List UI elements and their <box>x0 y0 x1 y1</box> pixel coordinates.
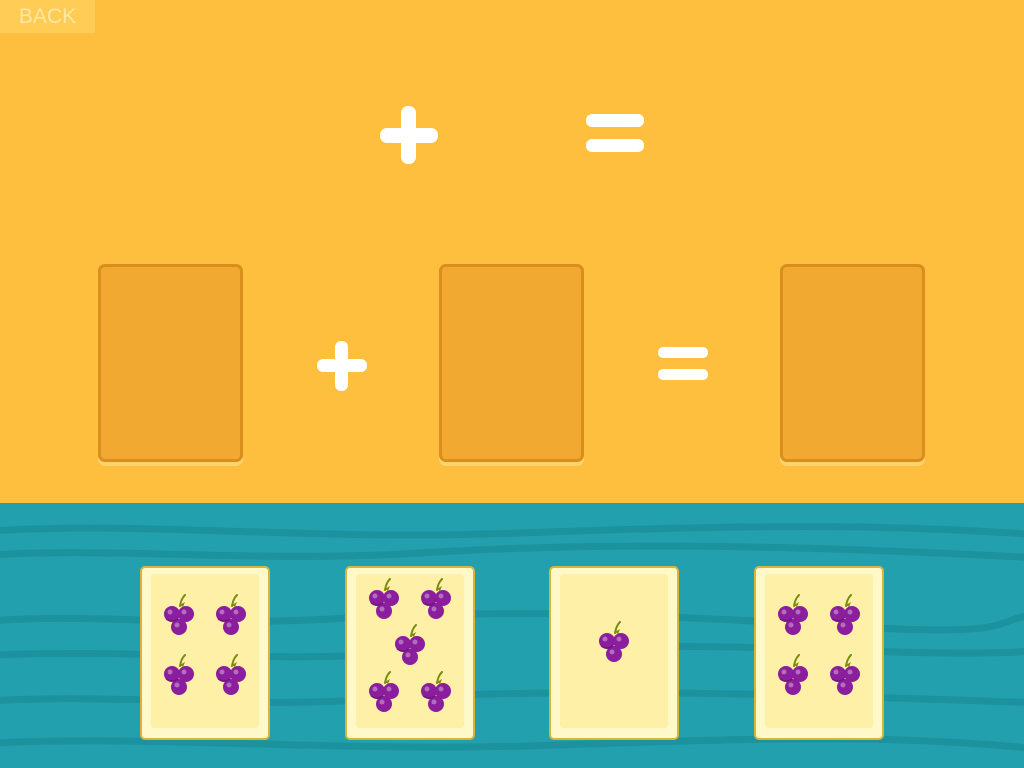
equals-icon <box>657 346 709 382</box>
card-count: 4 <box>756 568 757 569</box>
grape-bunch-icon <box>827 653 863 698</box>
game-stage: BACK <box>0 0 1024 768</box>
grape-bunch-icon <box>827 593 863 638</box>
grape-bunch-icon <box>213 653 249 698</box>
grape-bunch-icon <box>418 670 454 715</box>
grape-bunch-icon <box>418 578 454 622</box>
card-count: 4 <box>142 568 143 569</box>
grape-bunch-icon <box>161 593 197 638</box>
number-card-2[interactable]: 5 <box>345 566 475 740</box>
number-card-4[interactable]: 4 <box>754 566 884 740</box>
equation-area: BACK <box>0 0 1024 503</box>
equals-icon <box>585 112 645 154</box>
grape-bunch-icon <box>366 578 402 622</box>
card-count: 5 <box>347 568 348 569</box>
number-card-1[interactable]: 4 <box>140 566 270 740</box>
card-count: 1 <box>551 568 552 569</box>
answer-slot-2[interactable] <box>439 264 584 462</box>
number-card-3[interactable]: 1 <box>549 566 679 740</box>
grape-bunch-icon <box>392 624 428 668</box>
back-button[interactable]: BACK <box>0 0 95 33</box>
grape-bunch-icon <box>213 593 249 638</box>
grape-bunch-icon <box>366 670 402 715</box>
answer-slot-1[interactable] <box>98 264 243 462</box>
grape-bunch-icon <box>775 653 811 698</box>
grape-bunch-icon <box>596 621 632 665</box>
answer-slot-3[interactable] <box>780 264 925 462</box>
plus-icon <box>316 340 368 392</box>
plus-icon <box>378 104 440 166</box>
grape-bunch-icon <box>775 593 811 638</box>
grape-bunch-icon <box>161 653 197 698</box>
